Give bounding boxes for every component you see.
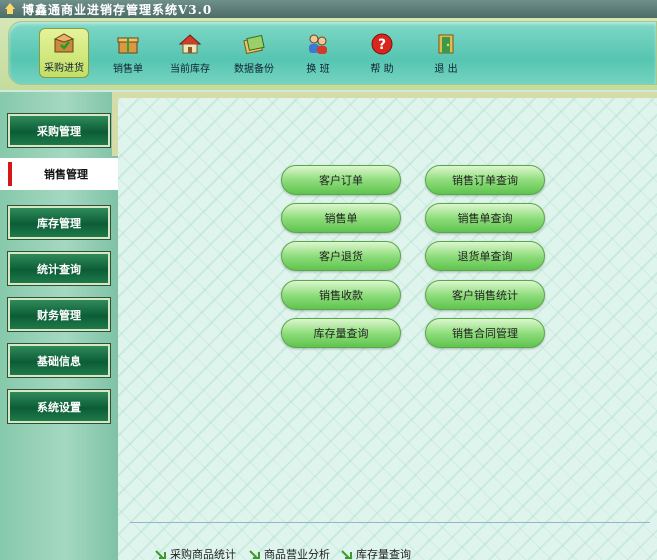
- customer-order-button[interactable]: 客户订单: [281, 165, 401, 195]
- quick-link-label: 采购商品统计: [170, 548, 236, 560]
- box-icon: [52, 31, 76, 55]
- users-icon: [306, 32, 330, 56]
- stock-query-button[interactable]: 库存量查询: [281, 318, 401, 348]
- arrow-icon: [342, 549, 352, 559]
- title-bar: 博鑫通商业进销存管理系统V3.0: [0, 0, 657, 18]
- gift-box-icon: [116, 32, 140, 56]
- customer-return-button[interactable]: 客户退货: [281, 241, 401, 271]
- sales-receipt-button[interactable]: 销售收款: [281, 280, 401, 310]
- backup-icon: [242, 32, 266, 56]
- house-icon: [178, 32, 202, 56]
- home-icon: [4, 3, 16, 15]
- sales-order-label: 销售单: [113, 64, 143, 75]
- toolbar-area: 采购进货 销售单 当前库存 数据备份 换 班 ? 帮 助 退 出: [0, 18, 657, 90]
- sidebar-item-purchase[interactable]: 采购管理: [7, 113, 111, 148]
- quick-link-business-analysis[interactable]: 商品营业分析: [250, 546, 330, 560]
- current-stock-button[interactable]: 当前库存: [165, 28, 215, 78]
- exit-button[interactable]: 退 出: [421, 28, 471, 78]
- sidebar-item-sales[interactable]: 销售管理: [0, 158, 118, 190]
- sales-order-query-button[interactable]: 销售订单查询: [425, 165, 545, 195]
- quick-link-label: 商品营业分析: [264, 548, 330, 560]
- customer-sales-stats-button[interactable]: 客户销售统计: [425, 280, 545, 310]
- sales-contract-button[interactable]: 销售合同管理: [425, 318, 545, 348]
- exit-door-icon: [434, 32, 458, 56]
- current-stock-label: 当前库存: [170, 64, 210, 75]
- svg-text:?: ?: [378, 37, 386, 53]
- sales-slip-button[interactable]: 销售单: [281, 203, 401, 233]
- purchase-button[interactable]: 采购进货: [39, 28, 89, 78]
- sidebar-item-inventory[interactable]: 库存管理: [7, 205, 111, 240]
- sales-slip-query-button[interactable]: 销售单查询: [425, 203, 545, 233]
- help-button[interactable]: ? 帮 助: [357, 28, 407, 78]
- arrow-icon: [250, 549, 260, 559]
- shift-change-label: 换 班: [306, 64, 330, 75]
- arrow-icon: [156, 549, 166, 559]
- main-panel: 客户订单 销售单 客户退货 销售收款 库存量查询 销售订单查询 销售单查询 退货…: [118, 92, 657, 560]
- shift-change-button[interactable]: 换 班: [293, 28, 343, 78]
- sidebar: 采购管理 销售管理 库存管理 统计查询 财务管理 基础信息 系统设置: [0, 92, 118, 560]
- data-backup-label: 数据备份: [234, 64, 274, 75]
- help-icon: ?: [370, 32, 394, 56]
- help-label: 帮 助: [370, 64, 394, 75]
- sidebar-item-statistics[interactable]: 统计查询: [7, 251, 111, 286]
- data-backup-button[interactable]: 数据备份: [229, 28, 279, 78]
- sales-order-button[interactable]: 销售单: [103, 28, 153, 78]
- sidebar-item-basic-info[interactable]: 基础信息: [7, 343, 111, 378]
- sidebar-item-finance[interactable]: 财务管理: [7, 297, 111, 332]
- window-title: 博鑫通商业进销存管理系统V3.0: [22, 2, 213, 17]
- exit-label: 退 出: [434, 64, 458, 75]
- purchase-label: 采购进货: [44, 63, 84, 74]
- sidebar-item-settings[interactable]: 系统设置: [7, 389, 111, 424]
- return-query-button[interactable]: 退货单查询: [425, 241, 545, 271]
- toolbar: 采购进货 销售单 当前库存 数据备份 换 班 ? 帮 助 退 出: [8, 21, 657, 85]
- quick-link-stock-query[interactable]: 库存量查询: [342, 546, 411, 560]
- bottom-divider: [130, 522, 650, 523]
- quick-link-purchase-stats[interactable]: 采购商品统计: [156, 546, 236, 560]
- quick-link-label: 库存量查询: [356, 548, 411, 560]
